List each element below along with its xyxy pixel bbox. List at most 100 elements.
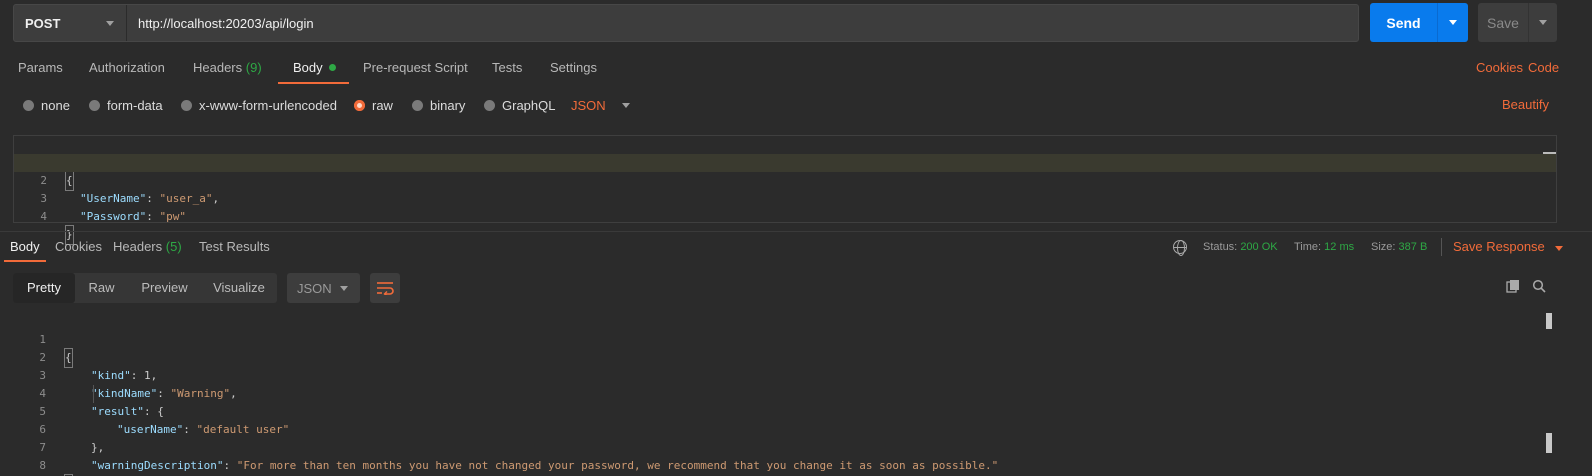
size-readout: Size: 387 B bbox=[1371, 232, 1427, 262]
size-value: 387 B bbox=[1398, 241, 1428, 253]
chevron-down-icon bbox=[106, 20, 114, 26]
code-line-highlighted: 2 "UserName": "user_a", bbox=[14, 154, 1556, 205]
send-label: Send bbox=[1386, 14, 1421, 31]
code-line: 3 "Password": "pw" bbox=[14, 172, 1556, 223]
body-format-label: JSON bbox=[571, 97, 606, 113]
method-label: POST bbox=[25, 15, 61, 31]
json-string: "For more than ten months you have not c… bbox=[236, 459, 999, 472]
tab-body-label: Body bbox=[293, 60, 323, 75]
response-tab-test-results[interactable]: Test Results bbox=[199, 232, 270, 262]
chevron-down-icon bbox=[1539, 20, 1547, 25]
radio-graphql[interactable]: GraphQL bbox=[484, 92, 555, 118]
response-body-viewer[interactable]: 1 { 2 "kind": 1, 3 "kindName": "Warning"… bbox=[0, 313, 1592, 476]
url-input[interactable] bbox=[127, 5, 1358, 41]
body-indicator-dot bbox=[328, 64, 336, 71]
time-readout: Time: 12 ms bbox=[1294, 232, 1354, 262]
tab-settings[interactable]: Settings bbox=[550, 52, 597, 84]
view-visualize[interactable]: Visualize bbox=[201, 273, 277, 303]
tab-authorization[interactable]: Authorization bbox=[89, 52, 165, 84]
time-value: 12 ms bbox=[1324, 241, 1355, 253]
save-label: Save bbox=[1487, 14, 1519, 31]
status-value: 200 OK bbox=[1240, 241, 1278, 253]
body-type-radios: none form-data x-www-form-urlencoded raw… bbox=[0, 92, 1592, 118]
status-divider bbox=[1441, 238, 1442, 256]
radio-form-data-label: form-data bbox=[107, 97, 163, 113]
response-tab-headers[interactable]: Headers (5) bbox=[113, 232, 182, 262]
json-separator: : bbox=[146, 210, 160, 223]
code-line: 1 { bbox=[0, 313, 1592, 368]
save-response-button[interactable]: Save Response bbox=[1453, 232, 1563, 262]
radio-form-data[interactable]: form-data bbox=[89, 92, 163, 118]
request-tabs: Params Authorization Headers (9) Body Pr… bbox=[0, 52, 1592, 84]
radio-selected-icon bbox=[354, 99, 365, 111]
tab-pre-request-script[interactable]: Pre-request Script bbox=[363, 52, 468, 84]
wrap-lines-icon bbox=[377, 282, 394, 295]
radio-urlencoded-label: x-www-form-urlencoded bbox=[199, 97, 337, 113]
cookies-link[interactable]: Cookies bbox=[1476, 52, 1523, 84]
tab-body[interactable]: Body bbox=[293, 52, 336, 84]
chevron-down-icon bbox=[621, 102, 630, 108]
response-headers-count-badge: (5) bbox=[165, 239, 182, 254]
method-select[interactable]: POST bbox=[14, 5, 127, 41]
radio-circle-icon bbox=[412, 99, 423, 111]
code-line: 3 "kindName": "Warning", bbox=[0, 349, 1592, 400]
time-label: Time: bbox=[1294, 241, 1322, 253]
chevron-down-icon bbox=[1449, 20, 1457, 25]
scrollbar-thumb[interactable] bbox=[1546, 313, 1552, 329]
radio-urlencoded[interactable]: x-www-form-urlencoded bbox=[181, 92, 337, 118]
active-tab-underline bbox=[278, 82, 349, 84]
radio-none[interactable]: none bbox=[23, 92, 70, 118]
code-line: 4 "result": { bbox=[0, 367, 1592, 418]
json-string: "pw" bbox=[159, 210, 186, 223]
response-format-label: JSON bbox=[297, 280, 332, 296]
radio-circle-icon bbox=[89, 99, 100, 111]
copy-icon[interactable] bbox=[1506, 279, 1520, 293]
json-separator: : bbox=[223, 459, 237, 472]
view-preview[interactable]: Preview bbox=[128, 273, 201, 303]
response-tab-cookies[interactable]: Cookies bbox=[55, 232, 102, 262]
status-label: Status: bbox=[1203, 241, 1238, 253]
view-raw[interactable]: Raw bbox=[75, 273, 128, 303]
globe-icon[interactable] bbox=[1173, 240, 1187, 256]
search-icon[interactable] bbox=[1532, 279, 1546, 293]
beautify-link[interactable]: Beautify bbox=[1502, 89, 1549, 121]
radio-raw[interactable]: raw bbox=[354, 92, 393, 118]
code-line: 1 { bbox=[14, 136, 1556, 191]
radio-circle-icon bbox=[181, 99, 192, 111]
code-line: 4 } bbox=[14, 190, 1556, 245]
tab-tests[interactable]: Tests bbox=[492, 52, 522, 84]
chevron-down-icon bbox=[340, 285, 348, 291]
radio-binary-label: binary bbox=[430, 97, 466, 113]
response-format-select[interactable]: JSON bbox=[287, 273, 360, 303]
code-line: 8 } bbox=[0, 439, 1592, 476]
json-key: "Password" bbox=[80, 210, 147, 223]
tab-params[interactable]: Params bbox=[18, 52, 63, 84]
save-response-label: Save Response bbox=[1453, 239, 1545, 254]
tab-headers[interactable]: Headers (9) bbox=[193, 52, 262, 84]
save-dropdown[interactable] bbox=[1529, 20, 1557, 25]
chevron-down-icon bbox=[1554, 246, 1563, 251]
request-url-bar: POST bbox=[13, 4, 1359, 42]
save-button[interactable]: Save bbox=[1478, 3, 1557, 42]
headers-count-badge: (9) bbox=[245, 60, 262, 75]
request-body-editor[interactable]: 1 { 2 "UserName": "user_a", 3 "Password"… bbox=[13, 135, 1557, 245]
send-dropdown[interactable] bbox=[1438, 20, 1468, 25]
response-active-tab-underline bbox=[4, 260, 46, 262]
code-line: 5 "userName": "default user" bbox=[0, 385, 1592, 436]
response-tab-body[interactable]: Body bbox=[10, 232, 40, 262]
code-line: 7 "warningDescription": "For more than t… bbox=[0, 421, 1592, 472]
radio-raw-label: raw bbox=[372, 97, 393, 113]
body-format-select[interactable]: JSON bbox=[571, 92, 630, 118]
json-key: "warningDescription" bbox=[91, 459, 224, 472]
radio-binary[interactable]: binary bbox=[412, 92, 465, 118]
code-content: "warningDescription": "For more than ten… bbox=[91, 457, 998, 475]
tab-headers-label: Headers bbox=[193, 60, 243, 75]
radio-graphql-label: GraphQL bbox=[502, 97, 556, 113]
wrap-lines-button[interactable] bbox=[370, 273, 400, 303]
size-label: Size: bbox=[1371, 241, 1396, 253]
view-pretty[interactable]: Pretty bbox=[13, 273, 75, 303]
send-button[interactable]: Send bbox=[1370, 3, 1468, 42]
code-link[interactable]: Code bbox=[1528, 52, 1559, 84]
scrollbar-thumb[interactable] bbox=[1546, 433, 1552, 453]
radio-circle-icon bbox=[23, 99, 34, 111]
